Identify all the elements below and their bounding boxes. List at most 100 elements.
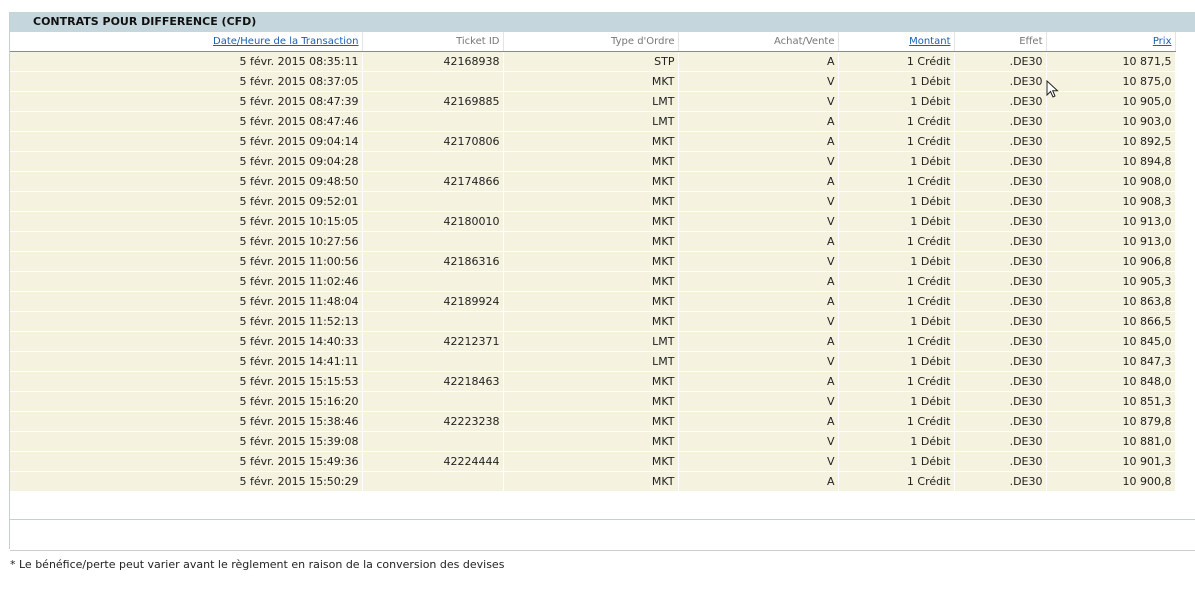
cell-effect: .DE30: [954, 71, 1047, 92]
table-row: 5 févr. 2015 10:15:05 42180010 MKT V 1 Débit…: [10, 211, 1176, 232]
mouse-cursor-icon: [1046, 80, 1059, 98]
cell-date: 5 févr. 2015 15:16:20: [10, 391, 363, 412]
cell-ticket-id: [362, 71, 504, 92]
cell-effect: .DE30: [954, 251, 1047, 272]
cell-effect: .DE30: [954, 431, 1047, 452]
cell-order-type: MKT: [503, 71, 679, 92]
cell-price: 10 903,0: [1046, 111, 1176, 132]
cell-ticket-id: 42168938: [362, 51, 504, 72]
cell-price: 10 879,8: [1046, 411, 1176, 432]
cell-effect: .DE30: [954, 331, 1047, 352]
cell-amount: 1 Crédit: [838, 371, 955, 392]
cell-ticket-id: 42212371: [362, 331, 504, 352]
cell-ticket-id: [362, 351, 504, 372]
cell-buy-sell: A: [678, 171, 839, 192]
cell-date: 5 févr. 2015 15:39:08: [10, 431, 363, 452]
cell-buy-sell: V: [678, 451, 839, 472]
cell-effect: .DE30: [954, 51, 1047, 72]
cell-effect: .DE30: [954, 191, 1047, 212]
cell-amount: 1 Débit: [838, 391, 955, 412]
cell-date: 5 févr. 2015 11:52:13: [10, 311, 363, 332]
table-header-row: Date/Heure de la Transaction Ticket ID T…: [10, 32, 1176, 52]
cell-date: 5 févr. 2015 15:49:36: [10, 451, 363, 472]
cell-effect: .DE30: [954, 371, 1047, 392]
cell-amount: 1 Crédit: [838, 471, 955, 492]
cell-date: 5 févr. 2015 15:15:53: [10, 371, 363, 392]
column-header-order-type: Type d'Ordre: [503, 32, 679, 52]
cell-effect: .DE30: [954, 111, 1047, 132]
cell-amount: 1 Débit: [838, 431, 955, 452]
cell-buy-sell: A: [678, 371, 839, 392]
cell-order-type: MKT: [503, 211, 679, 232]
cell-order-type: LMT: [503, 111, 679, 132]
cell-effect: .DE30: [954, 271, 1047, 292]
table-row: 5 févr. 2015 11:48:04 42189924 MKT A 1 Crédi…: [10, 291, 1176, 312]
cell-order-type: MKT: [503, 151, 679, 172]
cell-buy-sell: V: [678, 151, 839, 172]
cell-order-type: LMT: [503, 91, 679, 112]
table-row: 5 févr. 2015 15:49:36 42224444 MKT V 1 Débit…: [10, 451, 1176, 472]
cell-amount: 1 Débit: [838, 351, 955, 372]
cell-buy-sell: V: [678, 211, 839, 232]
cell-amount: 1 Débit: [838, 311, 955, 332]
cell-effect: .DE30: [954, 91, 1047, 112]
cell-buy-sell: V: [678, 251, 839, 272]
cell-amount: 1 Débit: [838, 91, 955, 112]
cell-buy-sell: A: [678, 331, 839, 352]
cell-order-type: LMT: [503, 331, 679, 352]
column-header-effect: Effet: [954, 32, 1047, 52]
cell-date: 5 févr. 2015 08:47:39: [10, 91, 363, 112]
cell-price: 10 845,0: [1046, 331, 1176, 352]
cell-price: 10 863,8: [1046, 291, 1176, 312]
cell-price: 10 871,5: [1046, 51, 1176, 72]
cell-price: 10 905,3: [1046, 271, 1176, 292]
cell-ticket-id: 42170806: [362, 131, 504, 152]
column-header-amount[interactable]: Montant: [838, 32, 955, 52]
cell-amount: 1 Crédit: [838, 111, 955, 132]
footnote: * Le bénéfice/perte peut varier avant le…: [10, 558, 505, 571]
cell-order-type: MKT: [503, 131, 679, 152]
cell-amount: 1 Débit: [838, 191, 955, 212]
cell-amount: 1 Débit: [838, 251, 955, 272]
cell-amount: 1 Crédit: [838, 171, 955, 192]
cell-date: 5 févr. 2015 08:47:46: [10, 111, 363, 132]
section-title: CONTRATS POUR DIFFERENCE (CFD): [10, 12, 1195, 32]
table-row: 5 févr. 2015 09:04:28 MKT V 1 Débit .DE30 10 …: [10, 151, 1176, 172]
cell-price: 10 913,0: [1046, 231, 1176, 252]
cell-price: 10 905,0: [1046, 91, 1176, 112]
cell-ticket-id: 42174866: [362, 171, 504, 192]
table-row: 5 févr. 2015 14:41:11 LMT V 1 Débit .DE30 10 …: [10, 351, 1176, 372]
cell-date: 5 févr. 2015 08:37:05: [10, 71, 363, 92]
cell-order-type: MKT: [503, 451, 679, 472]
table-row: 5 févr. 2015 09:52:01 MKT V 1 Débit .DE30 10 …: [10, 191, 1176, 212]
column-header-date[interactable]: Date/Heure de la Transaction: [10, 32, 363, 52]
cell-ticket-id: [362, 151, 504, 172]
column-header-ticket-id: Ticket ID: [362, 32, 504, 52]
cell-price: 10 900,8: [1046, 471, 1176, 492]
cell-ticket-id: 42218463: [362, 371, 504, 392]
cell-amount: 1 Débit: [838, 211, 955, 232]
column-header-price[interactable]: Prix: [1046, 32, 1176, 52]
cell-buy-sell: A: [678, 411, 839, 432]
cell-date: 5 févr. 2015 09:52:01: [10, 191, 363, 212]
cell-effect: .DE30: [954, 391, 1047, 412]
cell-date: 5 févr. 2015 15:38:46: [10, 411, 363, 432]
cell-order-type: STP: [503, 51, 679, 72]
cell-ticket-id: [362, 271, 504, 292]
transactions-table: Date/Heure de la Transaction Ticket ID T…: [10, 32, 1176, 492]
cell-price: 10 851,3: [1046, 391, 1176, 412]
cell-amount: 1 Débit: [838, 71, 955, 92]
cell-buy-sell: V: [678, 71, 839, 92]
cell-date: 5 févr. 2015 11:00:56: [10, 251, 363, 272]
cell-effect: .DE30: [954, 171, 1047, 192]
cell-date: 5 févr. 2015 09:04:28: [10, 151, 363, 172]
cell-ticket-id: 42224444: [362, 451, 504, 472]
cell-amount: 1 Crédit: [838, 411, 955, 432]
cell-price: 10 908,0: [1046, 171, 1176, 192]
cell-date: 5 févr. 2015 14:41:11: [10, 351, 363, 372]
cfd-section: CONTRATS POUR DIFFERENCE (CFD) Date/Heur…: [9, 12, 1195, 551]
cell-amount: 1 Crédit: [838, 331, 955, 352]
cell-amount: 1 Crédit: [838, 51, 955, 72]
cell-amount: 1 Débit: [838, 151, 955, 172]
cell-price: 10 908,3: [1046, 191, 1176, 212]
